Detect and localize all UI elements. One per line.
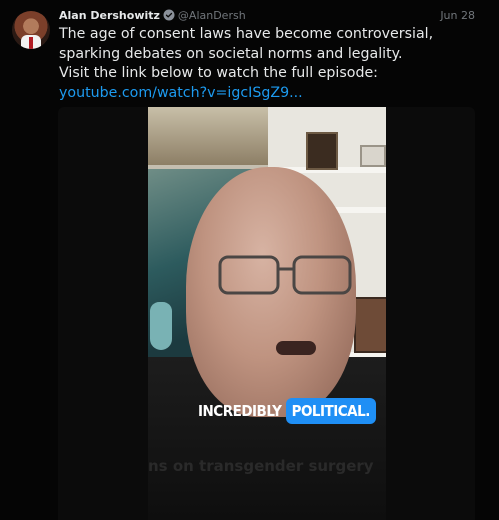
- tweet-card[interactable]: Alan Dershowitz @AlanDersh Jun 28 The ag…: [0, 0, 499, 520]
- shelf-photo-frame: [360, 145, 386, 167]
- caption-text: INCREDIBLY: [198, 402, 282, 420]
- verified-badge-icon: [163, 9, 175, 21]
- speaker-mouth: [276, 341, 316, 355]
- shelf-photo-frame: [354, 297, 386, 353]
- tweet-text-line1: The age of consent laws have become cont…: [59, 26, 434, 62]
- author-handle[interactable]: @AlanDersh: [178, 9, 246, 22]
- background-top-painting: [148, 107, 268, 165]
- tweet-date[interactable]: Jun 28: [440, 7, 475, 25]
- tweet-text-line2: Visit the link below to watch the full e…: [59, 65, 378, 81]
- author-name[interactable]: Alan Dershowitz: [59, 9, 160, 22]
- faded-subtitle: ns on transgender surgery: [148, 457, 374, 475]
- background-vase: [150, 302, 172, 350]
- shelf-photo-frame: [306, 132, 338, 170]
- tweet-media[interactable]: INCREDIBLY POLITICAL. ns on transgender …: [58, 107, 475, 520]
- tweet-link[interactable]: youtube.com/watch?v=igcISgZ9...: [59, 85, 303, 101]
- author-avatar[interactable]: [12, 11, 50, 49]
- speaker-glasses: [218, 255, 352, 295]
- video-caption: INCREDIBLY POLITICAL.: [198, 397, 376, 425]
- avatar-tie: [29, 37, 33, 49]
- tweet-header: Alan Dershowitz @AlanDersh Jun 28: [59, 7, 475, 25]
- tweet-text: The age of consent laws have become cont…: [59, 25, 479, 103]
- caption-highlight: POLITICAL.: [285, 398, 376, 424]
